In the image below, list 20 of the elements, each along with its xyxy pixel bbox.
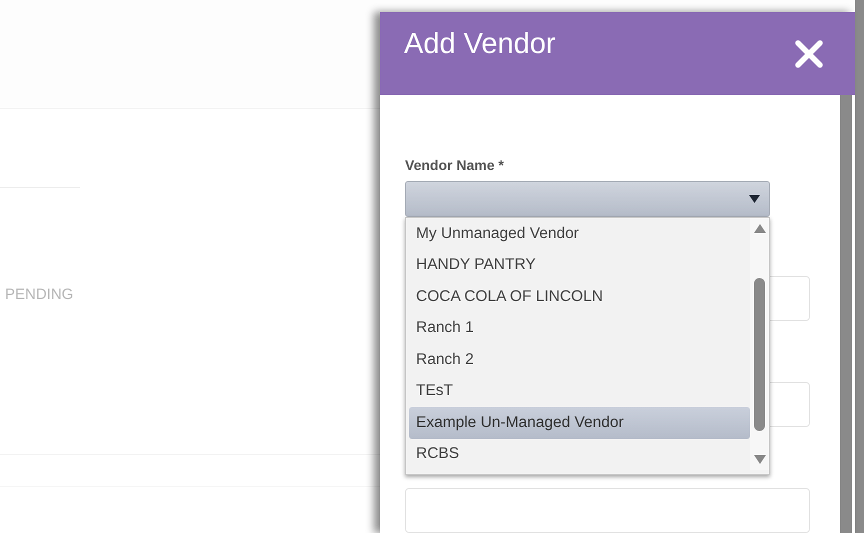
- dropdown-option[interactable]: COCA COLA OF LINCOLN: [409, 281, 750, 312]
- dialog-title: Add Vendor: [404, 28, 556, 61]
- caret-icon: [749, 195, 760, 203]
- dropdown-option[interactable]: TEsT: [409, 376, 750, 407]
- dropdown-option[interactable]: RCBS: [409, 438, 750, 470]
- close-button[interactable]: [793, 38, 825, 70]
- scrollbar[interactable]: [855, 0, 864, 533]
- dropdown-option[interactable]: My Unmanaged Vendor: [409, 218, 750, 250]
- scrollbar[interactable]: [840, 95, 852, 533]
- input-field[interactable]: [405, 488, 810, 533]
- scrollbar-thumb[interactable]: [754, 278, 765, 431]
- dropdown-option[interactable]: Example Un-Managed Vendor: [409, 407, 750, 438]
- scroll-down-icon[interactable]: [754, 455, 766, 464]
- dropdown-option[interactable]: Ranch 1: [409, 312, 750, 344]
- status-text: PENDING: [5, 286, 74, 303]
- field-label: Vendor Name *: [405, 157, 504, 173]
- scroll-up-icon[interactable]: [754, 224, 766, 233]
- dropdown-option[interactable]: HANDY PANTRY: [409, 250, 750, 281]
- vendor-select[interactable]: [405, 181, 770, 217]
- dropdown-option[interactable]: Ranch 2: [409, 344, 750, 376]
